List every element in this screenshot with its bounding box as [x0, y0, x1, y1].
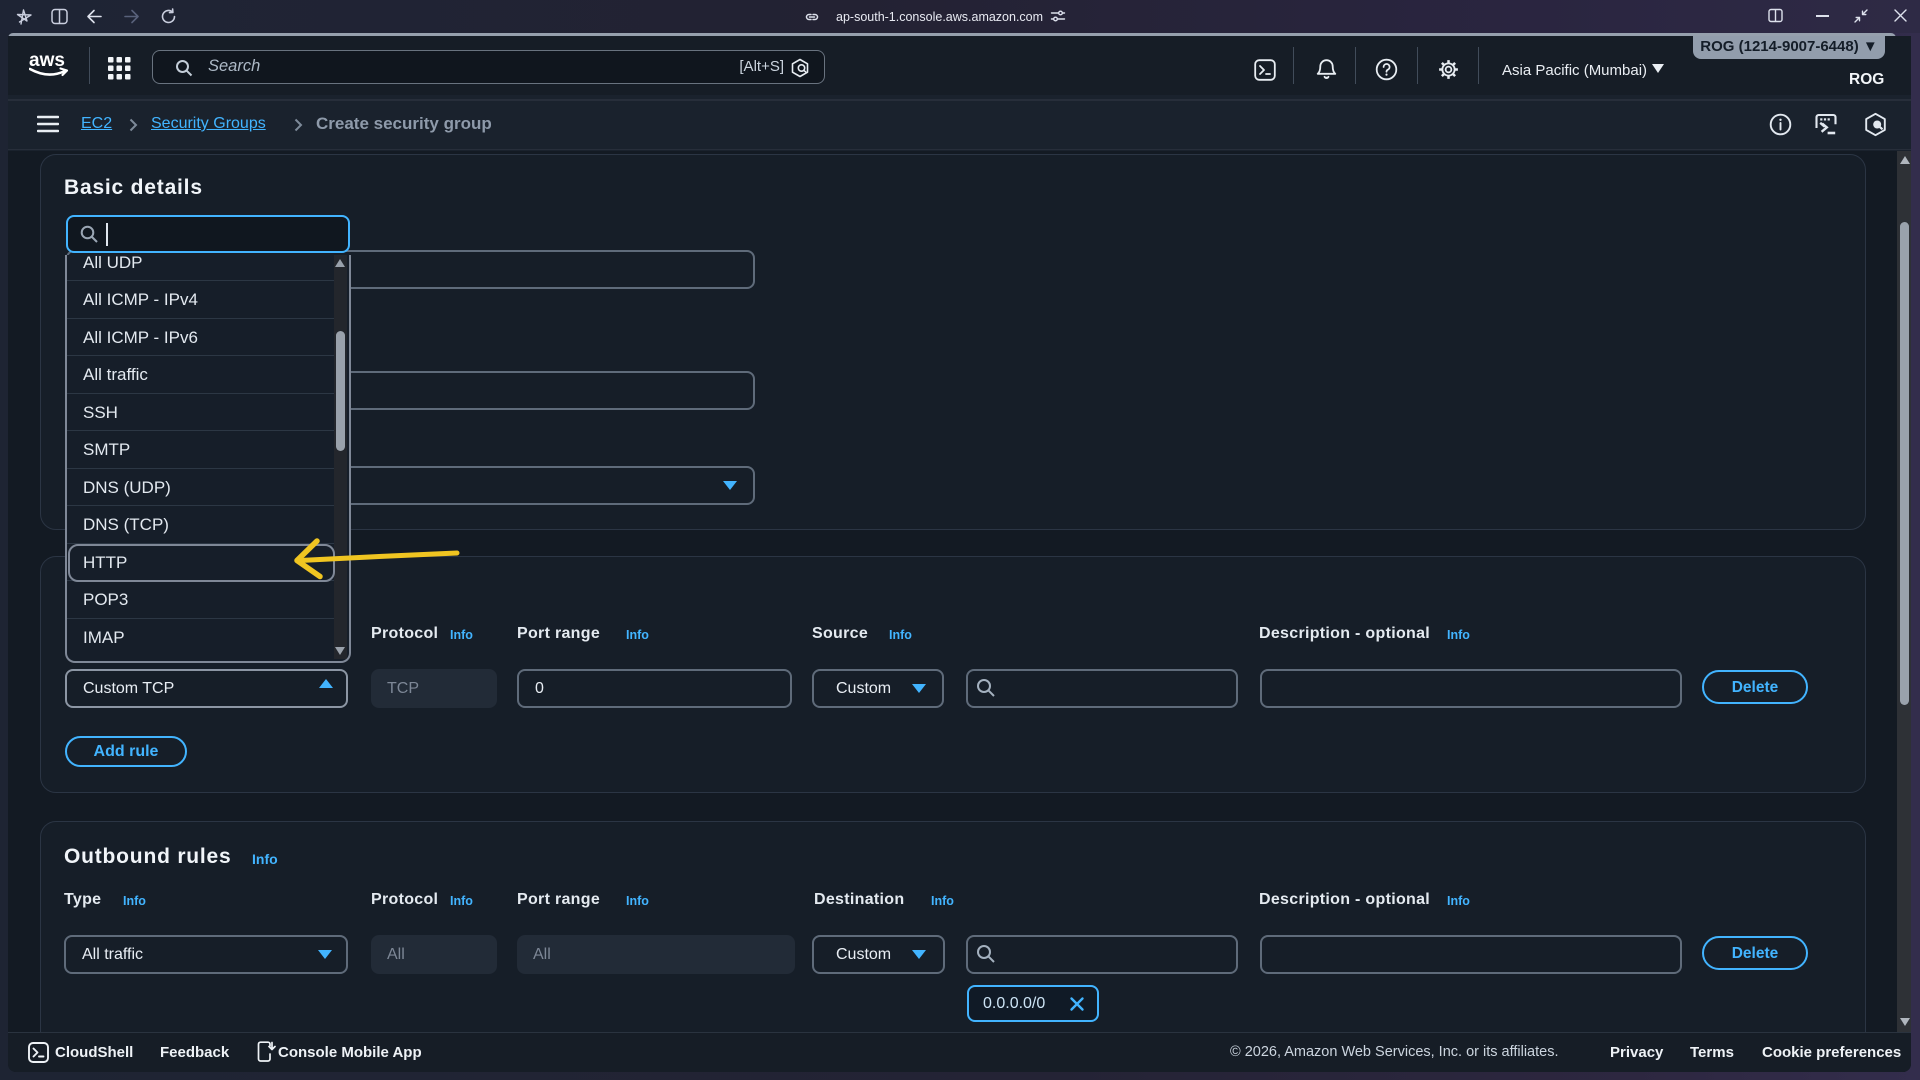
svg-text:aws: aws — [29, 50, 65, 71]
